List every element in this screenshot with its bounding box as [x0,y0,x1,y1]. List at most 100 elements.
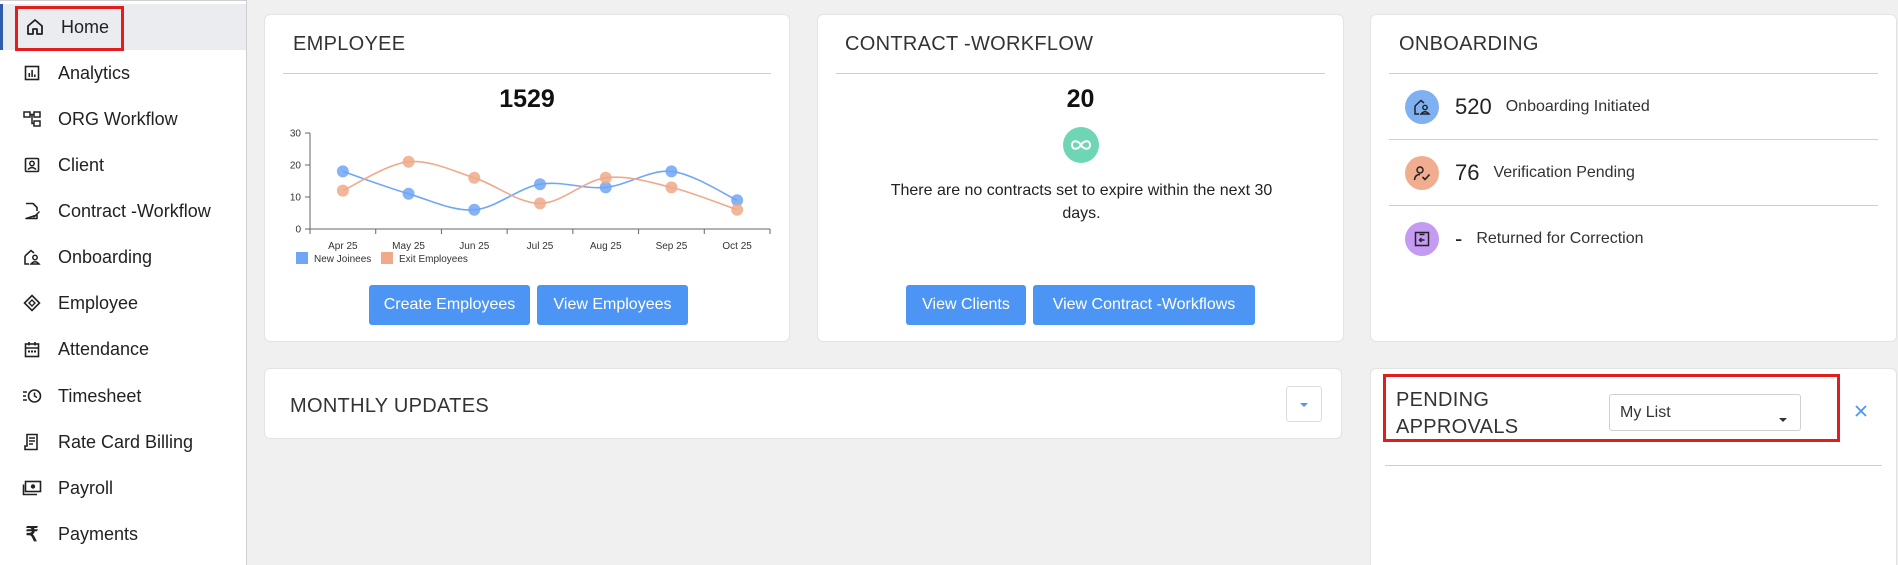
returned-correction-label: Returned for Correction [1476,230,1644,247]
sidebar-item-label: Payments [58,523,139,544]
sidebar-item-label: Attendance [58,338,150,359]
monthly-updates-title: MONTHLY UPDATES [290,395,489,417]
onboarding-row-initiated[interactable]: 520 Onboarding Initiated [1389,74,1878,140]
divider [283,73,771,74]
infinity-icon [1063,127,1099,163]
onboarding-card: ONBOARDING 520 Onboarding Initiated 76 V… [1370,14,1897,342]
analytics-icon [21,62,43,84]
onboarding-row-returned[interactable]: - Returned for Correction [1389,206,1878,272]
onboarding-initiated-label: Onboarding Initiated [1505,97,1650,115]
employee-line-chart: 0 10 20 30 Apr 25 May 25 Jun 25 Jul 25 Aug 25 Sep… [290,129,771,265]
pending-approvals-title-line1: PENDING [1396,389,1490,411]
y-tick-label: 10 [290,193,302,204]
x-tick-label: May 25 [392,241,425,252]
data-point [402,187,415,200]
view-employees-button[interactable]: View Employees [537,285,688,325]
x-tick-label: Apr 25 [328,241,358,252]
returned-correction-icon [1405,222,1439,256]
view-clients-button[interactable]: View Clients [906,285,1026,325]
y-tick-label: 30 [290,129,302,140]
sidebar-item-payments[interactable]: ₹ Payments [0,511,246,557]
onboarding-row-verification[interactable]: 76 Verification Pending [1389,140,1878,206]
pending-approvals-card: PENDING APPROVALS My List [1370,368,1897,565]
sidebar-item-label: Timesheet [58,385,142,406]
pending-approvals-title: PENDING APPROVALS [1396,387,1518,441]
y-tick-label: 20 [290,161,302,172]
x-tick-label: Jul 25 [527,241,554,252]
rate-card-icon [21,431,43,453]
sidebar-item-home[interactable]: Home [0,4,246,50]
sidebar-item-label: Onboarding [58,246,153,267]
x-tick-label: Sep 25 [656,241,688,252]
divider [1385,465,1882,466]
monthly-updates-toggle[interactable] [1286,386,1322,422]
divider [836,73,1325,74]
sidebar-item-onboarding[interactable]: Onboarding [0,234,246,280]
approvals-list-select[interactable]: My List [1609,394,1801,431]
data-point [336,184,349,197]
x-tick-label: Jun 25 [459,241,489,252]
employee-card-title: EMPLOYEE [293,33,406,55]
data-point [402,155,415,168]
data-point [468,203,481,216]
pending-approvals-title-line2: APPROVALS [1396,416,1519,438]
approvals-list-select-value: My List [1620,404,1671,421]
sidebar-item-label: Analytics [58,62,131,83]
data-point [599,171,612,184]
sidebar-item-label: Client [58,154,105,175]
sidebar-item-label: Employee [58,292,139,313]
org-workflow-icon [21,108,43,130]
employee-total: 1529 [499,85,555,113]
sidebar-item-contract-workflow[interactable]: Contract -Workflow [0,188,246,234]
data-point [665,165,678,178]
sidebar-item-employee[interactable]: Employee [0,280,246,326]
calendar-icon [21,338,43,360]
data-point [336,165,349,178]
contract-total: 20 [1066,85,1095,113]
contract-icon [21,200,43,222]
data-point [534,197,546,210]
sidebar-item-org-workflow[interactable]: ORG Workflow [0,96,246,142]
onboarding-initiated-icon [1405,89,1439,124]
sidebar-item-timesheet[interactable]: Timesheet [0,373,246,419]
caret-down-icon [1778,410,1788,428]
onboarding-initiated-count: 520 [1455,93,1492,119]
rupee-icon: ₹ [25,523,39,546]
x-tick-label: Oct 25 [722,241,752,252]
sidebar: Home Analytics ORG Workflow Client Contr… [0,0,247,565]
onboarding-card-title: ONBOARDING [1399,33,1539,55]
contract-card-title: CONTRACT -WORKFLOW [845,33,1094,55]
caret-down-icon [1299,395,1309,413]
sidebar-item-label: Contract -Workflow [58,200,211,221]
sidebar-item-client[interactable]: Client [0,142,246,188]
sidebar-item-label: ORG Workflow [58,108,178,129]
sidebar-item-label: Home [61,16,110,37]
legend-label: New Joinees [314,254,371,265]
payroll-icon [21,477,43,499]
employee-icon [21,292,43,314]
verification-pending-count: 76 [1455,159,1480,185]
create-employees-button[interactable]: Create Employees [369,285,530,325]
onboarding-icon [21,246,43,268]
sidebar-item-attendance[interactable]: Attendance [0,326,246,372]
sidebar-item-label: Payroll [58,477,114,498]
legend-label: Exit Employees [399,254,468,265]
close-icon[interactable] [1849,399,1873,423]
view-contract-workflows-button[interactable]: View Contract -Workflows [1033,285,1255,325]
employee-card: EMPLOYEE 1529 0 10 20 30 Apr 25 May 25 Jun 25 J… [264,14,790,342]
sidebar-item-analytics[interactable]: Analytics [0,50,246,96]
data-point [731,203,744,216]
legend-swatch [296,252,308,264]
monthly-updates-card: MONTHLY UPDATES [264,368,1342,439]
data-point [468,171,481,184]
legend-swatch [381,252,393,264]
x-tick-label: Aug 25 [590,241,622,252]
verification-pending-label: Verification Pending [1493,163,1635,181]
sidebar-item-rate-card-billing[interactable]: Rate Card Billing [0,419,246,465]
client-icon [21,154,43,176]
sidebar-item-payroll[interactable]: Payroll [0,465,246,511]
y-tick-label: 0 [295,225,301,236]
home-icon [24,16,46,38]
timesheet-icon [21,385,43,407]
contract-workflow-card: CONTRACT -WORKFLOW 20 There are no contr… [817,14,1344,342]
